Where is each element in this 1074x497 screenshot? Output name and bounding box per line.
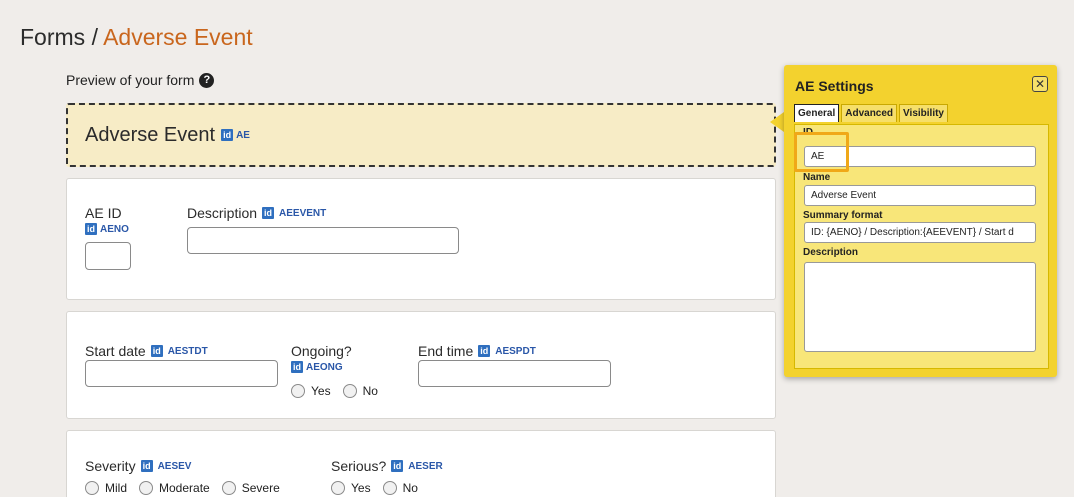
settings-tabs: General Advanced Visibility bbox=[794, 104, 948, 122]
breadcrumb-current: Adverse Event bbox=[103, 24, 253, 50]
serious-radio-group: Yes No bbox=[331, 481, 418, 495]
preview-label: Preview of your form ? bbox=[66, 72, 215, 88]
ae-id-field: AE ID id AENO bbox=[85, 205, 129, 235]
form-code: AE bbox=[236, 129, 250, 141]
summary-format-input[interactable]: ID: {AENO} / Description:{AEEVENT} / Sta… bbox=[804, 222, 1036, 243]
description-field-label: Description bbox=[803, 247, 859, 258]
settings-panel: AE Settings ✕ General Advanced Visibilit… bbox=[784, 65, 1057, 377]
id-field-highlight bbox=[794, 132, 849, 172]
panel-pointer bbox=[770, 112, 784, 132]
severity-mild-label: Mild bbox=[105, 481, 128, 495]
serious-no-label: No bbox=[402, 481, 418, 495]
serious-label: Serious? bbox=[331, 458, 387, 474]
severity-moderate-radio[interactable] bbox=[139, 481, 154, 495]
id-badge-icon: id bbox=[262, 207, 275, 219]
serious-no-radio[interactable] bbox=[382, 481, 397, 495]
serious-field: Serious? id AESER bbox=[331, 458, 443, 474]
ongoing-label: Ongoing? bbox=[291, 343, 352, 359]
settings-title: AE Settings bbox=[795, 78, 874, 94]
name-field-label: Name bbox=[803, 172, 831, 183]
start-date-code: AESTDT bbox=[167, 345, 208, 357]
ongoing-yes-label: Yes bbox=[311, 384, 331, 398]
severity-radio-group: Mild Moderate Severe bbox=[85, 481, 280, 495]
ongoing-no-label: No bbox=[362, 384, 378, 398]
id-badge-icon: id bbox=[150, 345, 163, 357]
ongoing-no-radio[interactable] bbox=[342, 384, 357, 398]
breadcrumb-root[interactable]: Forms bbox=[20, 24, 85, 50]
serious-yes-label: Yes bbox=[351, 481, 371, 495]
id-badge-icon: id bbox=[478, 345, 491, 357]
form-id-tag: id AE bbox=[221, 129, 250, 141]
ae-id-input[interactable] bbox=[85, 242, 131, 270]
ongoing-radio-group: Yes No bbox=[291, 384, 378, 398]
severity-code: AESEV bbox=[157, 460, 192, 472]
start-date-label: Start date bbox=[85, 343, 146, 359]
tab-visibility[interactable]: Visibility bbox=[899, 104, 948, 122]
start-date-input[interactable] bbox=[85, 360, 278, 387]
ongoing-field: Ongoing? id AEONG bbox=[291, 343, 352, 373]
summary-format-label: Summary format bbox=[803, 210, 883, 221]
tab-general[interactable]: General bbox=[794, 104, 840, 122]
end-time-label: End time bbox=[418, 343, 474, 359]
description-input[interactable] bbox=[187, 227, 459, 254]
serious-code: AESER bbox=[408, 460, 443, 472]
end-time-input[interactable] bbox=[418, 360, 611, 387]
severity-field: Severity id AESEV bbox=[85, 458, 191, 474]
form-title: Adverse Event bbox=[85, 123, 216, 146]
field-group-card[interactable]: Severity id AESEV Mild Moderate Severe S… bbox=[66, 430, 776, 497]
tab-advanced[interactable]: Advanced bbox=[841, 104, 898, 122]
form-header[interactable]: Adverse Event id AE bbox=[66, 103, 776, 167]
id-badge-icon: id bbox=[291, 361, 303, 373]
severity-mild-radio[interactable] bbox=[85, 481, 99, 495]
end-time-field: End time id AESPDT bbox=[418, 343, 536, 359]
close-icon[interactable]: ✕ bbox=[1032, 76, 1048, 92]
severity-moderate-label: Moderate bbox=[159, 481, 210, 495]
breadcrumb-separator: / bbox=[91, 24, 98, 50]
field-group-card[interactable]: AE ID id AENO Description id AEEVENT bbox=[66, 178, 776, 300]
severity-severe-label: Severe bbox=[241, 481, 280, 495]
start-date-field: Start date id AESTDT bbox=[85, 343, 208, 359]
ongoing-code: AEONG bbox=[306, 361, 343, 373]
description-field: Description id AEEVENT bbox=[187, 205, 326, 221]
severity-label: Severity bbox=[85, 458, 136, 474]
ongoing-yes-radio[interactable] bbox=[291, 384, 305, 398]
id-badge-icon: id bbox=[391, 460, 404, 472]
ae-id-label: AE ID bbox=[85, 205, 122, 221]
description-label: Description bbox=[187, 205, 258, 221]
id-badge-icon: id bbox=[221, 129, 234, 141]
field-group-card[interactable]: Start date id AESTDT Ongoing? id AEONG Y… bbox=[66, 311, 776, 419]
description-code: AEEVENT bbox=[279, 207, 327, 219]
serious-yes-radio[interactable] bbox=[331, 481, 345, 495]
breadcrumb: Forms / Adverse Event bbox=[20, 24, 253, 51]
severity-severe-radio[interactable] bbox=[221, 481, 236, 495]
question-circle-icon[interactable]: ? bbox=[199, 72, 215, 88]
id-badge-icon: id bbox=[85, 223, 97, 235]
name-field-input[interactable]: Adverse Event bbox=[804, 185, 1036, 206]
preview-label-text: Preview of your form bbox=[66, 72, 195, 88]
ae-id-code: AENO bbox=[100, 223, 129, 235]
end-time-code: AESPDT bbox=[495, 345, 536, 357]
description-textarea[interactable] bbox=[804, 262, 1036, 352]
id-badge-icon: id bbox=[140, 460, 153, 472]
